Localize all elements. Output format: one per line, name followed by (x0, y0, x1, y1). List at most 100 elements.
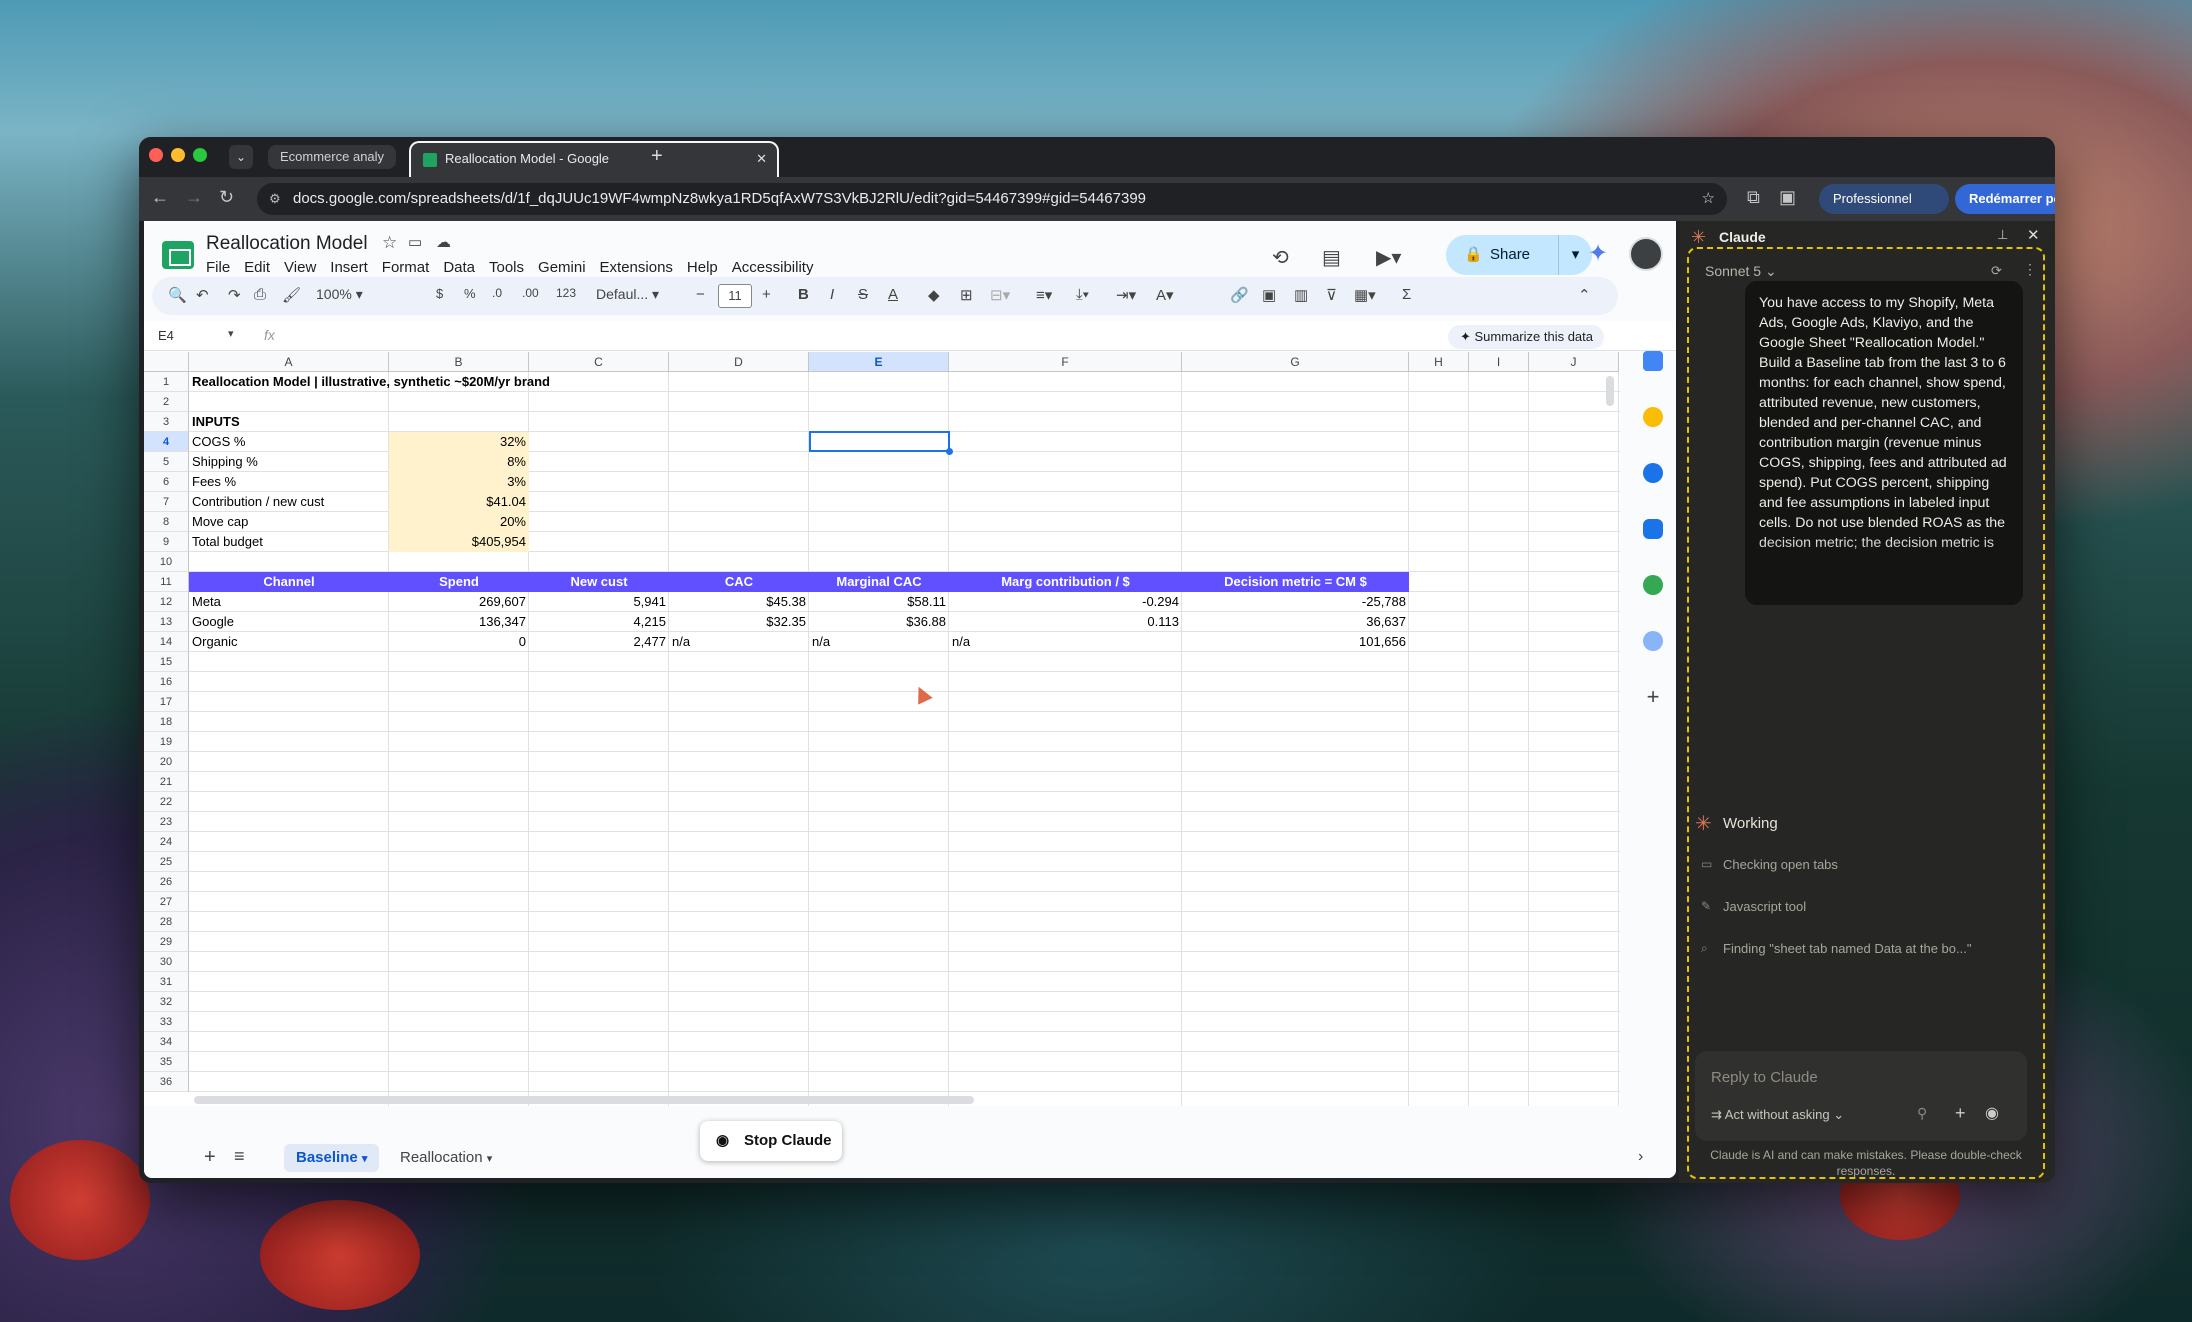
borders-icon[interactable]: ⊞ (960, 286, 973, 304)
tab-reallocation-model[interactable]: Reallocation Model - Google ✕ (409, 141, 779, 177)
cell-a9[interactable]: Total budget (189, 532, 389, 552)
tab-search-icon[interactable]: ⌄ (229, 145, 253, 169)
table-cell[interactable]: Meta (189, 592, 389, 612)
cell-a7[interactable]: Contribution / new cust (189, 492, 389, 512)
increase-font-icon[interactable]: + (762, 286, 771, 303)
sheet-tab-menu-icon[interactable]: ▾ (362, 1153, 368, 1165)
column-header-i[interactable]: I (1469, 352, 1529, 372)
menu-tools[interactable]: Tools (489, 259, 524, 276)
claude-extension-icon[interactable] (1643, 631, 1663, 651)
zoom-select[interactable]: 100% ▾ (316, 286, 363, 303)
attach-plus-icon[interactable]: + (1955, 1103, 1966, 1124)
cell-a8[interactable]: Move cap (189, 512, 389, 532)
column-header-a[interactable]: A (189, 352, 389, 372)
model-selector[interactable]: Sonnet 5 ⌄ (1705, 263, 1777, 280)
font-select[interactable]: Defaul... ▾ (596, 286, 659, 303)
row-header-25[interactable]: 25 (144, 852, 189, 872)
row-header-19[interactable]: 19 (144, 732, 189, 752)
site-info-icon[interactable]: ⚙ (269, 183, 281, 215)
horizontal-scrollbar[interactable] (194, 1096, 974, 1104)
cell-a6[interactable]: Fees % (189, 472, 389, 492)
reply-input[interactable]: Reply to Claude (1711, 1069, 1818, 1086)
row-header-29[interactable]: 29 (144, 932, 189, 952)
row-header-18[interactable]: 18 (144, 712, 189, 732)
fill-color-icon[interactable]: ◆ (928, 286, 940, 304)
url-input[interactable]: ⚙ docs.google.com/spreadsheets/d/1f_dqJUU… (257, 183, 1727, 215)
menu-format[interactable]: Format (382, 259, 430, 276)
font-size-input[interactable]: 11 (718, 284, 752, 308)
row-header-28[interactable]: 28 (144, 912, 189, 932)
cloud-status-icon[interactable]: ☁ (436, 233, 451, 251)
table-cell[interactable]: 136,347 (389, 612, 529, 632)
history-icon[interactable]: ⟳ (1991, 263, 2002, 279)
record-icon[interactable]: ◉ (1985, 1103, 1999, 1123)
cell-a5[interactable]: Shipping % (189, 452, 389, 472)
header-cell[interactable]: Channel (189, 572, 389, 592)
table-cell[interactable]: $58.11 (809, 592, 949, 612)
gemini-spark-icon[interactable]: ✦ (1588, 239, 1608, 268)
more-options-icon[interactable]: ⋮ (2023, 261, 2037, 278)
menu-gemini[interactable]: Gemini (538, 259, 586, 276)
table-cell[interactable]: n/a (949, 632, 1182, 652)
version-history-icon[interactable]: ⟲ (1272, 245, 1289, 270)
functions-icon[interactable]: Σ (1402, 286, 1411, 303)
header-cell[interactable]: New cust (529, 572, 669, 592)
minimize-window-button[interactable] (171, 148, 185, 162)
profile-button[interactable]: Professionnel (1819, 184, 1949, 214)
table-cell[interactable]: Organic (189, 632, 389, 652)
comments-icon[interactable]: ▤ (1322, 245, 1341, 270)
collapse-menu-icon[interactable]: ⌃ (1578, 286, 1591, 304)
table-cell[interactable]: $32.35 (669, 612, 809, 632)
bold-icon[interactable]: B (798, 286, 809, 303)
sheets-logo-icon[interactable] (162, 241, 194, 269)
column-header-d[interactable]: D (669, 352, 809, 372)
column-header-j[interactable]: J (1529, 352, 1619, 372)
table-cell[interactable]: 5,941 (529, 592, 669, 612)
sheet-tab-menu-icon[interactable]: ▾ (487, 1153, 493, 1165)
table-cell[interactable]: 4,215 (529, 612, 669, 632)
table-cell[interactable]: $36.88 (809, 612, 949, 632)
share-dropdown-icon[interactable]: ▾ (1558, 235, 1592, 275)
row-header-20[interactable]: 20 (144, 752, 189, 772)
italic-icon[interactable]: I (830, 286, 834, 303)
text-color-icon[interactable]: A (888, 286, 898, 303)
sheet-tab-baseline[interactable]: Baseline ▾ (284, 1144, 380, 1172)
header-cell[interactable]: Marg contribution / $ (949, 572, 1182, 592)
row-header-2[interactable]: 2 (144, 392, 189, 412)
insert-chart-icon[interactable]: ▥ (1294, 286, 1308, 304)
row-header-3[interactable]: 3 (144, 412, 189, 432)
menu-file[interactable]: File (206, 259, 230, 276)
column-header-f[interactable]: F (949, 352, 1182, 372)
row-header-27[interactable]: 27 (144, 892, 189, 912)
row-header-5[interactable]: 5 (144, 452, 189, 472)
star-icon[interactable]: ☆ (382, 233, 397, 253)
menu-extensions[interactable]: Extensions (600, 259, 673, 276)
row-header-17[interactable]: 17 (144, 692, 189, 712)
sheet-tab-reallocation[interactable]: Reallocation ▾ (388, 1144, 504, 1172)
meet-icon[interactable]: ▶▾ (1376, 245, 1401, 270)
decrease-decimal-icon[interactable]: .0 (492, 286, 502, 300)
bookmark-star-icon[interactable]: ☆ (1702, 183, 1715, 215)
tools-icon[interactable]: ⚲ (1917, 1105, 1927, 1122)
document-title[interactable]: Reallocation Model (206, 233, 368, 255)
mode-selector[interactable]: ⇉ Act without asking ⌄ (1711, 1107, 1844, 1123)
row-header-15[interactable]: 15 (144, 652, 189, 672)
table-cell[interactable]: 0 (389, 632, 529, 652)
menu-edit[interactable]: Edit (244, 259, 270, 276)
table-cell[interactable]: 2,477 (529, 632, 669, 652)
row-header-36[interactable]: 36 (144, 1072, 189, 1092)
cell-b5[interactable]: 8% (389, 452, 529, 472)
row-header-34[interactable]: 34 (144, 1032, 189, 1052)
text-wrap-icon[interactable]: ⇥▾ (1116, 286, 1136, 304)
row-header-33[interactable]: 33 (144, 1012, 189, 1032)
table-cell[interactable]: 269,607 (389, 592, 529, 612)
cell-a1[interactable]: Reallocation Model | illustrative, synth… (189, 372, 789, 392)
row-header-24[interactable]: 24 (144, 832, 189, 852)
table-cell[interactable]: $45.38 (669, 592, 809, 612)
pin-icon[interactable]: ⊥ (1997, 227, 2008, 243)
menu-data[interactable]: Data (443, 259, 475, 276)
select-all-corner[interactable] (144, 352, 189, 372)
fill-handle[interactable] (946, 448, 953, 455)
add-app-icon[interactable]: + (1643, 686, 1663, 708)
reload-icon[interactable]: ↻ (219, 187, 234, 208)
